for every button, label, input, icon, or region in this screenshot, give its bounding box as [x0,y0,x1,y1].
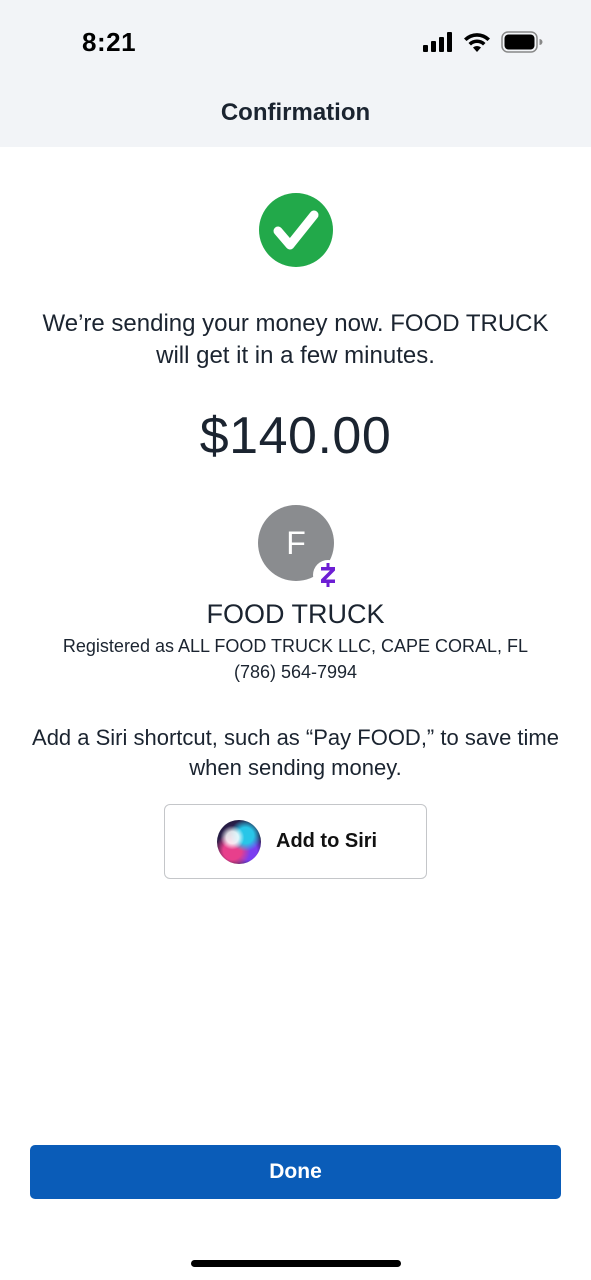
done-label: Done [269,1160,322,1183]
signal-icon [423,31,453,57]
add-to-siri-label: Add to Siri [276,830,378,852]
recipient-registration: Registered as ALL FOOD TRUCK LLC, CAPE C… [62,636,529,656]
header-area: 8:21 Confirmation [0,0,591,147]
siri-icon [217,819,261,864]
status-time: 8:21 [82,27,137,57]
payment-amount: $140.00 [199,407,392,465]
page-title: Confirmation [220,99,371,126]
confirmation-screen: 8:21 Confirmation We’re sending your mon… [0,0,591,1280]
battery-icon [501,30,543,58]
done-button[interactable]: Done [30,1145,561,1199]
confirmation-message: We’re sending your money now. FOOD TRUCK… [42,310,549,369]
home-indicator[interactable] [191,1260,401,1267]
zelle-logo-icon [313,560,343,590]
add-to-siri-button[interactable]: Add to Siri [164,804,427,879]
wifi-icon [463,31,491,57]
avatar-initial: F [286,524,306,561]
siri-shortcut-description: Add a Siri shortcut, such as “Pay FOOD,”… [32,725,559,780]
recipient-name: FOOD TRUCK [206,599,385,629]
checkmark-circle-icon [258,192,334,268]
status-icons [423,30,543,58]
recipient-phone: (786) 564-7994 [233,662,358,682]
